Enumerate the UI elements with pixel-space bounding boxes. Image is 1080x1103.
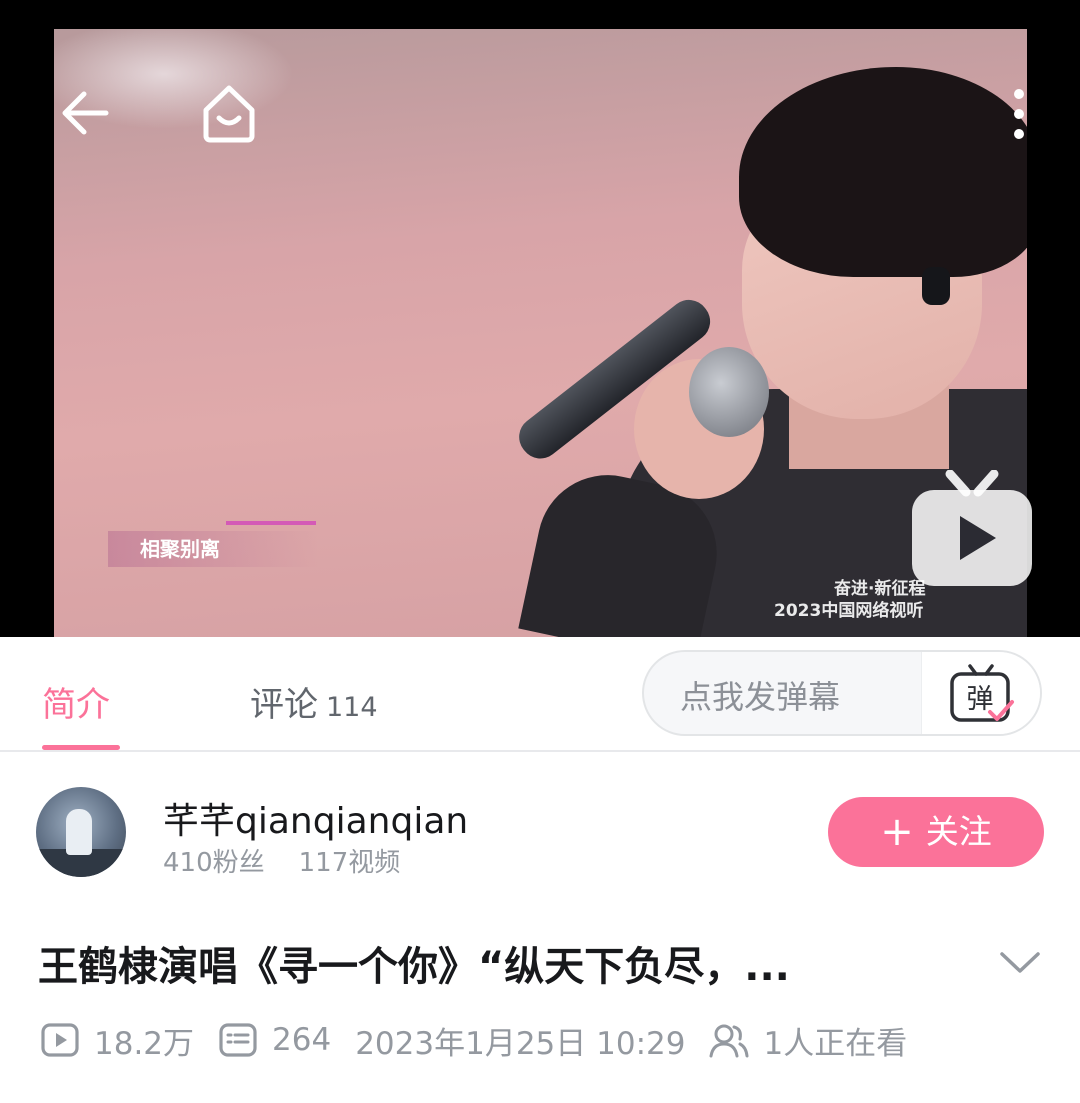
uploader-name[interactable]: 芊芊qianqianqian	[163, 792, 468, 844]
chevron-down-icon	[1000, 952, 1040, 973]
danmaku-placeholder: 点我发弹幕	[680, 678, 841, 716]
danmaku-count: 264	[272, 1022, 332, 1058]
home-button[interactable]	[196, 80, 262, 146]
uploader-avatar[interactable]	[36, 787, 126, 877]
watching-count: 1人正在看	[763, 1025, 908, 1062]
publish-date: 2023年1月25日 10:29	[355, 1025, 686, 1062]
follow-label: 关注	[925, 812, 992, 851]
home-icon	[203, 85, 255, 143]
avatar-figure	[66, 809, 92, 855]
video-title[interactable]: 王鹤棣演唱《寻一个你》“纵天下负尽，...	[38, 934, 958, 992]
tab-bar: 简介 评论 114 点我发弹幕 弹	[0, 637, 1080, 752]
earpiece	[922, 267, 950, 305]
uploader-fans: 410粉丝	[163, 848, 265, 878]
danmaku-count-icon	[219, 1023, 257, 1057]
uploader-videos: 117视频	[298, 848, 401, 878]
tab-comments-label: 评论	[250, 685, 318, 725]
bilibili-tv-play-icon	[912, 469, 1032, 586]
singer-hair	[739, 67, 1027, 277]
tab-comments-count: 114	[326, 692, 378, 723]
play-button[interactable]	[910, 469, 1034, 588]
video-overlay-text: 相聚别离	[108, 531, 318, 567]
tab-comments[interactable]: 评论 114	[250, 677, 378, 726]
danmaku-toggle-button[interactable]: 弹	[921, 652, 1040, 734]
plus-icon: +	[880, 809, 914, 855]
uploader-stats: 410粉丝 117视频	[163, 842, 400, 879]
tab-intro[interactable]: 简介	[42, 677, 110, 726]
video-player[interactable]: 相聚别离 奋进·新征程 2023中国网络视听	[0, 0, 1080, 637]
view-count: 18.2万	[94, 1025, 195, 1062]
microphone-head	[689, 347, 769, 437]
more-vertical-icon	[1014, 89, 1024, 139]
stage-logo-line2: 2023中国网络视听	[774, 601, 924, 621]
video-meta: 18.2万 264 2023年1月25日 10:29 1人正在看	[40, 1018, 907, 1062]
expand-description-button[interactable]	[998, 944, 1042, 980]
more-options-button[interactable]	[1004, 84, 1034, 144]
back-button[interactable]	[56, 84, 114, 142]
follow-button[interactable]: + 关注	[828, 797, 1044, 867]
watching-users-icon	[709, 1024, 749, 1058]
play-count-icon	[41, 1023, 79, 1057]
active-tab-indicator	[42, 745, 120, 750]
danmaku-toggle-icon: 弹	[950, 664, 1014, 722]
back-arrow-icon	[62, 91, 109, 135]
danmaku-input[interactable]: 点我发弹幕 弹	[642, 650, 1042, 736]
overlay-accent-bar	[226, 521, 316, 525]
